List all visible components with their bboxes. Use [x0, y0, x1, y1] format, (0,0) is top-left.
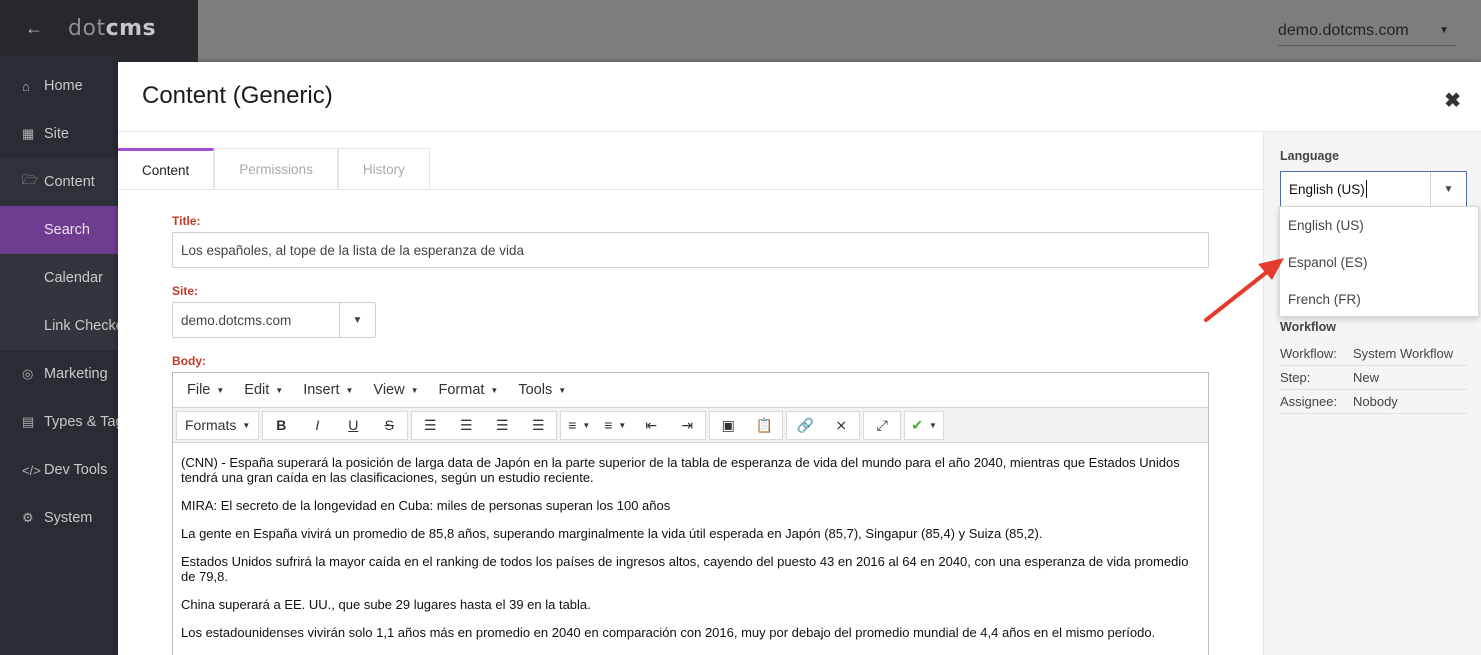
- italic-icon[interactable]: I: [299, 412, 335, 439]
- paragraph: (CNN) - España superará la posición de l…: [181, 455, 1180, 485]
- unlink-icon[interactable]: ⨯: [823, 412, 859, 439]
- bold-icon[interactable]: B: [263, 412, 299, 439]
- paragraph: MIRA: El secreto de la longevidad en Cub…: [181, 498, 671, 513]
- paragraph: La gente en España vivirá un promedio de…: [181, 526, 1043, 541]
- menu-edit[interactable]: Edit ▼: [234, 382, 293, 398]
- image-icon[interactable]: ▣: [710, 412, 746, 439]
- underline-icon[interactable]: U: [335, 412, 371, 439]
- workflow-row: Workflow: System Workflow: [1280, 342, 1467, 366]
- bullet-list-icon[interactable]: ≡ ▼: [561, 412, 597, 439]
- sidebar-item-label: Marketing: [44, 366, 108, 382]
- align-left-icon[interactable]: ☰: [412, 412, 448, 439]
- language-option-espanol[interactable]: Espanol (ES): [1280, 244, 1478, 281]
- tab-bar: Content Permissions History: [118, 148, 430, 190]
- folder-open-icon: 🗁: [22, 172, 39, 187]
- sidebar-item-label: System: [44, 510, 93, 526]
- link-icon[interactable]: 🔗: [787, 412, 823, 439]
- title-label: Title:: [172, 214, 201, 228]
- tab-content[interactable]: Content: [118, 148, 215, 190]
- site-label: Site:: [172, 284, 199, 298]
- caret-down-icon[interactable]: ▼: [1430, 172, 1466, 206]
- fullscreen-icon[interactable]: ⤢: [864, 412, 900, 439]
- file-icon: ▤: [22, 414, 35, 429]
- tab-history[interactable]: History: [337, 148, 430, 190]
- sidebar-item-label: Site: [44, 126, 69, 142]
- back-arrow-icon[interactable]: ←: [0, 18, 68, 39]
- align-justify-icon[interactable]: ☰: [520, 412, 556, 439]
- numbered-list-icon[interactable]: ≡ ▼: [597, 412, 633, 439]
- sidebar-item-label: Dev Tools: [44, 462, 108, 478]
- language-select[interactable]: English (US) ▼: [1280, 171, 1467, 207]
- topbar: demo.dotcms.com ▼: [198, 0, 1481, 62]
- sitemap-icon: ▦: [22, 126, 35, 141]
- title-input[interactable]: Los españoles, al tope de la lista de la…: [172, 232, 1209, 268]
- rich-text-editor: File ▼ Edit ▼ Insert ▼ View ▼ Format ▼ Tools ▼…: [172, 372, 1209, 655]
- site-select-value: demo.dotcms.com: [181, 312, 292, 328]
- paragraph: Estados Unidos sufrirá la mayor caída en…: [181, 554, 1189, 584]
- sidebar-item-label: Content: [44, 174, 95, 190]
- paragraph: Los estadounidenses vivirán solo 1,1 año…: [181, 625, 1156, 640]
- language-option-english[interactable]: English (US): [1280, 207, 1478, 244]
- close-icon[interactable]: ✖: [1444, 88, 1461, 113]
- menu-view[interactable]: View ▼: [363, 382, 428, 398]
- paste-icon[interactable]: 📋: [746, 412, 782, 439]
- paragraph: China superará a EE. UU., que sube 29 lu…: [181, 597, 591, 612]
- dotcms-logo: dotcms: [68, 15, 157, 41]
- outdent-icon[interactable]: ⇤: [633, 412, 669, 439]
- dialog-title: Content (Generic): [142, 82, 333, 109]
- gear-icon: ⚙: [22, 510, 34, 525]
- align-right-icon[interactable]: ☰: [484, 412, 520, 439]
- content-dialog: Content (Generic) ✖ Content Permissions …: [118, 62, 1481, 655]
- site-switcher-value: demo.dotcms.com: [1278, 21, 1409, 39]
- home-icon: ⌂: [22, 78, 30, 94]
- dialog-header: Content (Generic) ✖: [118, 62, 1481, 132]
- editor-content[interactable]: (CNN) - España superará la posición de l…: [173, 443, 1208, 655]
- formats-dropdown[interactable]: Formats ▼: [177, 412, 258, 439]
- workflow-title: Workflow: [1280, 320, 1337, 334]
- workflow-step-row: Step: New: [1280, 366, 1467, 390]
- caret-down-icon[interactable]: ▼: [339, 303, 375, 337]
- editor-toolbar: Formats▼ B I U S ☰ ☰ ☰ ☰ ≡▼ ≡▼ ⇤ ⇥ ▣: [173, 408, 1208, 443]
- menu-file[interactable]: File ▼: [177, 382, 234, 398]
- indent-icon[interactable]: ⇥: [669, 412, 705, 439]
- editor-menubar: File ▼ Edit ▼ Insert ▼ View ▼ Format ▼ Tools ▼: [173, 373, 1208, 408]
- sidebar-item-label: Home: [44, 78, 83, 94]
- menu-insert[interactable]: Insert ▼: [293, 382, 363, 398]
- menu-format[interactable]: Format ▼: [429, 382, 509, 398]
- spellcheck-icon[interactable]: ✔ ▼: [905, 412, 943, 439]
- language-label: Language: [1280, 149, 1340, 163]
- logo-bar: ← dotcms: [0, 0, 198, 56]
- body-label: Body:: [172, 354, 206, 368]
- tab-permissions[interactable]: Permissions: [214, 148, 338, 190]
- workflow-assignee-row: Assignee: Nobody: [1280, 390, 1467, 414]
- site-select[interactable]: demo.dotcms.com ▼: [172, 302, 376, 338]
- code-icon: </>: [22, 462, 41, 478]
- language-dropdown-menu: English (US) Espanol (ES) French (FR): [1279, 206, 1479, 317]
- language-select-value[interactable]: English (US): [1281, 172, 1430, 206]
- menu-tools[interactable]: Tools ▼: [508, 382, 576, 398]
- language-option-french[interactable]: French (FR): [1280, 281, 1478, 318]
- site-switcher[interactable]: demo.dotcms.com ▼: [1278, 16, 1457, 46]
- caret-down-icon: ▼: [1439, 25, 1449, 36]
- strikethrough-icon[interactable]: S: [371, 412, 407, 439]
- align-center-icon[interactable]: ☰: [448, 412, 484, 439]
- bullseye-icon: ◎: [22, 366, 34, 381]
